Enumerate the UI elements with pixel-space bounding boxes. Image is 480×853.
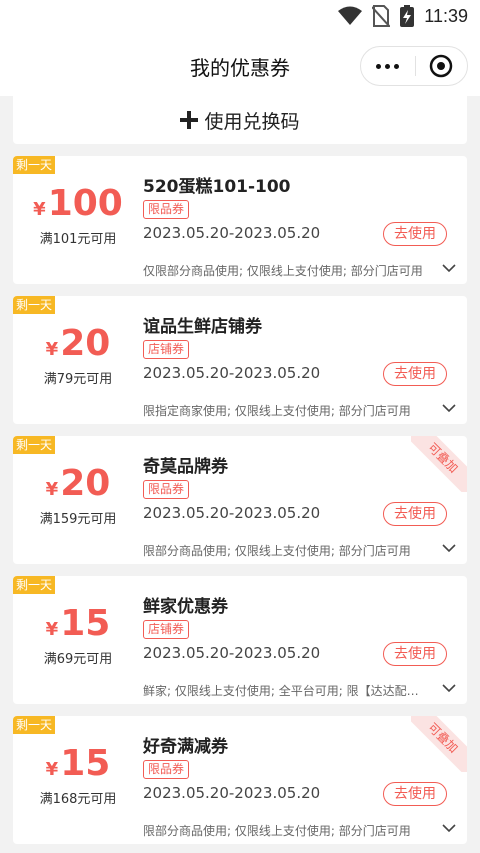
wifi-icon <box>338 6 363 25</box>
coupon-title: 好奇满减券 <box>143 737 228 757</box>
stackable-badge: 可叠加 <box>411 716 467 772</box>
use-coupon-button[interactable]: 去使用 <box>383 362 447 386</box>
coupon-card: 剩一天 ¥15 满69元可用 鲜家优惠券 店铺券 2023.05.20-2023… <box>13 576 467 704</box>
mini-program-capsule <box>360 46 468 86</box>
more-dot-icon <box>394 63 400 69</box>
coupon-amount: ¥15 <box>13 746 143 782</box>
amount-value: 20 <box>60 323 111 364</box>
more-dot-icon <box>376 63 382 69</box>
currency-symbol: ¥ <box>45 759 59 780</box>
plus-icon <box>180 111 199 129</box>
coupon-card: 剩一天 ¥100 满101元可用 520蛋糕101-100 限品券 2023.0… <box>13 156 467 284</box>
coupon-description: 限指定商家使用; 仅限线上支付使用; 部分门店可用 <box>143 404 411 418</box>
coupon-valid-dates: 2023.05.20-2023.05.20 <box>143 224 321 242</box>
coupon-amount: ¥100 <box>13 186 143 222</box>
use-coupon-button[interactable]: 去使用 <box>383 502 447 526</box>
stackable-badge: 可叠加 <box>411 436 467 492</box>
coupon-description: 鲜家; 仅限线上支付使用; 全平台可用; 限【达达配送】 <box>143 684 423 698</box>
currency-symbol: ¥ <box>45 479 59 500</box>
use-coupon-button[interactable]: 去使用 <box>383 642 447 666</box>
amount-value: 100 <box>47 183 123 224</box>
battery-charging-icon <box>400 5 415 27</box>
amount-value: 15 <box>60 743 111 784</box>
use-coupon-button[interactable]: 去使用 <box>383 782 447 806</box>
coupon-description: 限部分商品使用; 仅限线上支付使用; 部分门店可用 <box>143 544 411 558</box>
nav-bar: 我的优惠券 <box>0 34 480 96</box>
coupon-amount: ¥15 <box>13 606 143 642</box>
expiry-tag: 剩一天 <box>13 716 55 734</box>
coupon-title: 520蛋糕101-100 <box>143 177 291 197</box>
stackable-corner: 可叠加 <box>411 436 467 492</box>
redeem-code-button[interactable]: 使用兑换码 <box>13 96 467 144</box>
chevron-down-icon[interactable] <box>441 400 457 416</box>
currency-symbol: ¥ <box>45 619 59 640</box>
min-spend: 满159元可用 <box>39 512 117 527</box>
coupon-card: 可叠加 剩一天 ¥15 满168元可用 好奇满减券 限品券 2023.05.20… <box>13 716 467 844</box>
coupon-valid-dates: 2023.05.20-2023.05.20 <box>143 784 321 802</box>
coupon-amount: ¥20 <box>13 466 143 502</box>
status-icons: 11:39 <box>338 5 468 27</box>
coupon-type-badge: 限品券 <box>143 200 190 219</box>
min-spend: 满69元可用 <box>43 652 113 667</box>
currency-symbol: ¥ <box>45 339 59 360</box>
expiry-tag: 剩一天 <box>13 156 55 174</box>
more-button[interactable] <box>361 46 415 86</box>
coupon-type-badge: 店铺券 <box>143 340 190 359</box>
amount-value: 20 <box>60 463 111 504</box>
coupon-amount-box: ¥20 满79元可用 <box>13 326 143 388</box>
more-dot-icon <box>385 63 391 69</box>
status-bar: 11:39 <box>0 0 480 34</box>
min-spend: 满168元可用 <box>39 792 117 807</box>
chevron-down-icon[interactable] <box>441 540 457 556</box>
status-time: 11:39 <box>424 5 468 26</box>
coupon-amount: ¥20 <box>13 326 143 362</box>
min-spend: 满79元可用 <box>43 372 113 387</box>
coupon-title: 鲜家优惠券 <box>143 597 228 617</box>
coupon-valid-dates: 2023.05.20-2023.05.20 <box>143 364 321 382</box>
coupon-type-badge: 限品券 <box>143 760 190 779</box>
no-sim-icon <box>372 5 391 27</box>
stackable-corner: 可叠加 <box>411 716 467 772</box>
coupon-description: 限部分商品使用; 仅限线上支付使用; 部分门店可用 <box>143 824 411 838</box>
currency-symbol: ¥ <box>33 199 46 220</box>
coupon-card: 剩一天 ¥20 满79元可用 谊品生鲜店铺券 店铺券 2023.05.20-20… <box>13 296 467 424</box>
expiry-tag: 剩一天 <box>13 576 55 594</box>
expiry-tag: 剩一天 <box>13 296 55 314</box>
expiry-tag: 剩一天 <box>13 436 55 454</box>
use-coupon-button[interactable]: 去使用 <box>383 222 447 246</box>
close-miniprogram-button[interactable] <box>415 46 467 86</box>
chevron-down-icon[interactable] <box>441 680 457 696</box>
redeem-code-label: 使用兑换码 <box>204 110 300 133</box>
chevron-down-icon[interactable] <box>441 260 457 276</box>
coupon-valid-dates: 2023.05.20-2023.05.20 <box>143 644 321 662</box>
coupon-description: 仅限部分商品使用; 仅限线上支付使用; 部分门店可用 <box>143 264 423 278</box>
coupon-type-badge: 店铺券 <box>143 620 190 639</box>
coupon-title: 谊品生鲜店铺券 <box>143 317 262 337</box>
coupon-valid-dates: 2023.05.20-2023.05.20 <box>143 504 321 522</box>
min-spend: 满101元可用 <box>39 232 117 247</box>
coupon-amount-box: ¥20 满159元可用 <box>13 466 143 528</box>
coupon-card: 可叠加 剩一天 ¥20 满159元可用 奇莫品牌券 限品券 2023.05.20… <box>13 436 467 564</box>
target-close-icon <box>429 54 453 78</box>
chevron-down-icon[interactable] <box>441 820 457 836</box>
coupon-amount-box: ¥100 满101元可用 <box>13 186 143 248</box>
coupon-type-badge: 限品券 <box>143 480 190 499</box>
coupon-amount-box: ¥15 满69元可用 <box>13 606 143 668</box>
coupon-amount-box: ¥15 满168元可用 <box>13 746 143 808</box>
coupon-title: 奇莫品牌券 <box>143 457 228 477</box>
amount-value: 15 <box>60 603 111 644</box>
